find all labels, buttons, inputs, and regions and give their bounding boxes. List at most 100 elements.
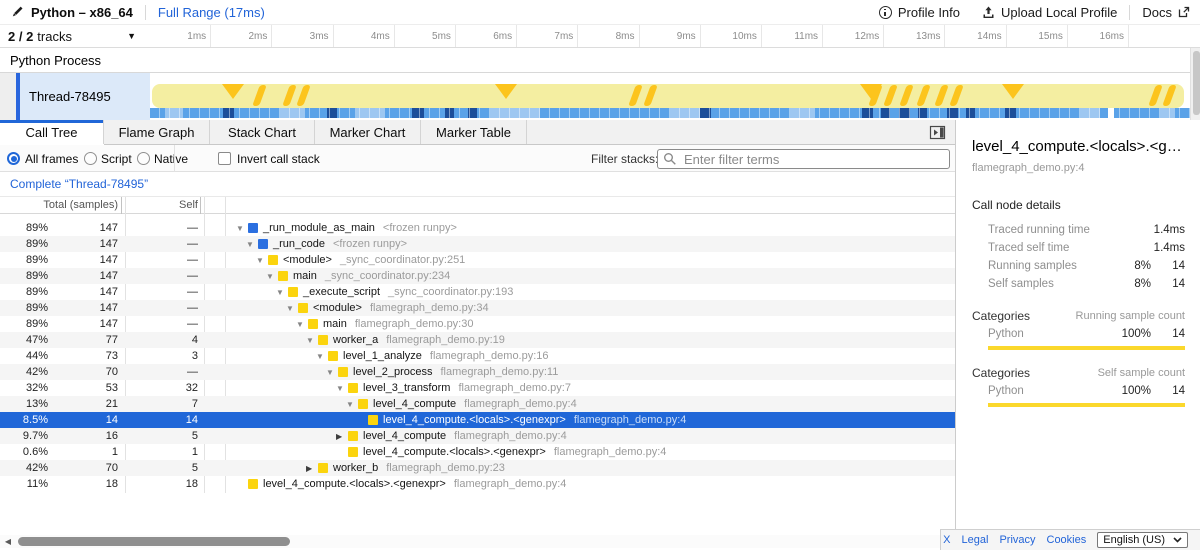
horizontal-scrollbar[interactable]: ◀ xyxy=(0,535,940,548)
invert-call-stack-checkbox[interactable] xyxy=(218,152,231,165)
category-square-icon xyxy=(318,463,328,473)
all-frames-label: All frames xyxy=(25,145,78,172)
expand-caret[interactable]: ▼ xyxy=(336,381,348,397)
divider xyxy=(1129,5,1130,20)
expand-caret[interactable]: ▼ xyxy=(236,221,248,237)
tab-marker-chart[interactable]: Marker Chart xyxy=(315,120,421,144)
ruler-tick: 11ms xyxy=(762,25,823,47)
scrollbar-thumb[interactable] xyxy=(1193,51,1200,115)
column-total[interactable]: Total (samples) xyxy=(0,197,118,213)
sidebar-toggle-button[interactable] xyxy=(928,125,947,140)
ruler-tick: 7ms xyxy=(517,25,578,47)
expand-caret[interactable]: ▼ xyxy=(286,301,298,317)
marker-slash xyxy=(1162,85,1177,106)
category-square-icon xyxy=(268,255,278,265)
ruler-tick: 1ms xyxy=(150,25,211,47)
table-row[interactable]: 89% 147 — ▼<module>_sync_coordinator.py:… xyxy=(0,252,955,268)
tab-call-tree[interactable]: Call Tree xyxy=(0,120,104,144)
category-row: Python100%14 xyxy=(972,325,1185,343)
chevron-down-icon: ▼ xyxy=(127,31,136,41)
expand-caret[interactable]: ▼ xyxy=(316,349,328,365)
tracks-dropdown-button[interactable]: 2 / 2 tracks ▼ xyxy=(0,25,150,47)
source-location: _sync_coordinator.py:234 xyxy=(325,270,450,282)
x-link[interactable]: X xyxy=(943,534,950,546)
radio-all-frames[interactable] xyxy=(7,152,20,165)
radio-native[interactable] xyxy=(137,152,150,165)
expand-caret[interactable]: ▼ xyxy=(326,365,338,381)
source-location: flamegraph_demo.py:16 xyxy=(430,350,549,362)
tab-flame-graph[interactable]: Flame Graph xyxy=(104,120,210,144)
timeline-ruler[interactable]: 1ms 2ms 3ms 4ms 5ms 6ms 7ms 8ms 9ms 10ms… xyxy=(150,25,1190,47)
top-bar: Python – x86_64 Full Range (17ms) Profil… xyxy=(0,0,1200,25)
upload-profile-button[interactable]: Upload Local Profile xyxy=(982,5,1117,20)
category-square-icon xyxy=(328,351,338,361)
table-row[interactable]: 42% 70 5 ▶worker_bflamegraph_demo.py:23 xyxy=(0,460,955,476)
table-row[interactable]: 32% 53 32 ▼level_3_transformflamegraph_d… xyxy=(0,380,955,396)
cookies-link[interactable]: Cookies xyxy=(1047,534,1087,546)
expand-caret[interactable]: ▼ xyxy=(346,397,358,413)
thread-activity-canvas[interactable] xyxy=(150,73,1190,120)
tab-marker-table[interactable]: Marker Table xyxy=(421,120,527,144)
edit-pencil-icon[interactable] xyxy=(10,5,24,19)
legal-link[interactable]: Legal xyxy=(962,534,989,546)
expand-caret[interactable]: ▶ xyxy=(306,461,318,477)
source-location: <frozen runpy> xyxy=(333,238,407,250)
function-name: main xyxy=(293,270,317,282)
tab-stack-chart[interactable]: Stack Chart xyxy=(210,120,315,144)
scroll-left-arrow[interactable]: ◀ xyxy=(2,536,14,547)
total-percent: 47% xyxy=(0,332,48,348)
profile-info-button[interactable]: Profile Info xyxy=(879,5,960,20)
table-row[interactable]: 0.6% 1 1 level_4_compute.<locals>.<genex… xyxy=(0,444,955,460)
function-name: worker_a xyxy=(333,334,378,346)
self-samples: — xyxy=(128,236,198,252)
tracks-word: tracks xyxy=(37,29,72,44)
function-name: <module> xyxy=(283,254,332,266)
total-samples: 147 xyxy=(52,316,118,332)
complete-range-link[interactable]: Complete “Thread-78495” xyxy=(10,177,148,191)
total-samples: 147 xyxy=(52,252,118,268)
call-node-sidebar: level_4_compute.<locals>.<genexpr> flame… xyxy=(955,120,1200,530)
expand-caret[interactable]: ▼ xyxy=(306,333,318,349)
column-self[interactable]: Self xyxy=(128,197,198,213)
category-square-icon xyxy=(368,415,378,425)
table-row[interactable]: 11% 18 18 level_4_compute.<locals>.<gene… xyxy=(0,476,955,492)
radio-script[interactable] xyxy=(84,152,97,165)
column-divider xyxy=(200,197,201,214)
self-samples: 5 xyxy=(128,460,198,476)
table-row-selected[interactable]: 8.5% 14 14 level_4_compute.<locals>.<gen… xyxy=(0,412,955,428)
filter-stacks-input[interactable] xyxy=(657,149,950,169)
expand-caret[interactable]: ▶ xyxy=(336,429,348,445)
function-name: level_4_compute.<locals>.<genexpr> xyxy=(383,414,566,426)
chevron-down-icon xyxy=(1173,537,1182,543)
full-range-link[interactable]: Full Range (17ms) xyxy=(158,5,265,20)
expand-caret[interactable]: ▼ xyxy=(296,317,308,333)
table-row[interactable]: 89% 147 — ▼mainflamegraph_demo.py:30 xyxy=(0,316,955,332)
table-row[interactable]: 89% 147 — ▼_run_module_as_main<frozen ru… xyxy=(0,220,955,236)
source-location: _sync_coordinator.py:251 xyxy=(340,254,465,266)
table-row[interactable]: 89% 147 — ▼_execute_script_sync_coordina… xyxy=(0,284,955,300)
tracks-vertical-scrollbar[interactable] xyxy=(1190,48,1200,120)
thread-track-label[interactable]: Thread-78495 xyxy=(20,73,150,120)
table-row[interactable]: 44% 73 3 ▼level_1_analyzeflamegraph_demo… xyxy=(0,348,955,364)
marker-slash xyxy=(883,85,898,106)
table-row[interactable]: 89% 147 — ▼<module>flamegraph_demo.py:34 xyxy=(0,300,955,316)
marker-slash xyxy=(916,85,931,106)
table-row[interactable]: 13% 21 7 ▼level_4_computeflamegraph_demo… xyxy=(0,396,955,412)
table-row[interactable]: 42% 70 — ▼level_2_processflamegraph_demo… xyxy=(0,364,955,380)
scrollbar-thumb[interactable] xyxy=(18,537,290,546)
expand-caret[interactable]: ▼ xyxy=(266,269,278,285)
function-name: level_4_compute.<locals>.<genexpr> xyxy=(363,446,546,458)
language-select[interactable]: English (US) xyxy=(1097,532,1188,548)
expand-caret[interactable]: ▼ xyxy=(246,237,258,253)
table-row[interactable]: 9.7% 16 5 ▶level_4_computeflamegraph_dem… xyxy=(0,428,955,444)
expand-caret[interactable]: ▼ xyxy=(276,285,288,301)
total-percent: 89% xyxy=(0,316,48,332)
function-name: level_4_compute.<locals>.<genexpr> xyxy=(263,478,446,490)
docs-link[interactable]: Docs xyxy=(1142,5,1190,20)
expand-caret[interactable]: ▼ xyxy=(256,253,268,269)
table-row[interactable]: 89% 147 — ▼_run_code<frozen runpy> xyxy=(0,236,955,252)
table-row[interactable]: 89% 147 — ▼main_sync_coordinator.py:234 xyxy=(0,268,955,284)
track-python-process[interactable]: Python Process xyxy=(0,48,1200,73)
privacy-link[interactable]: Privacy xyxy=(999,534,1035,546)
table-row[interactable]: 47% 77 4 ▼worker_aflamegraph_demo.py:19 xyxy=(0,332,955,348)
